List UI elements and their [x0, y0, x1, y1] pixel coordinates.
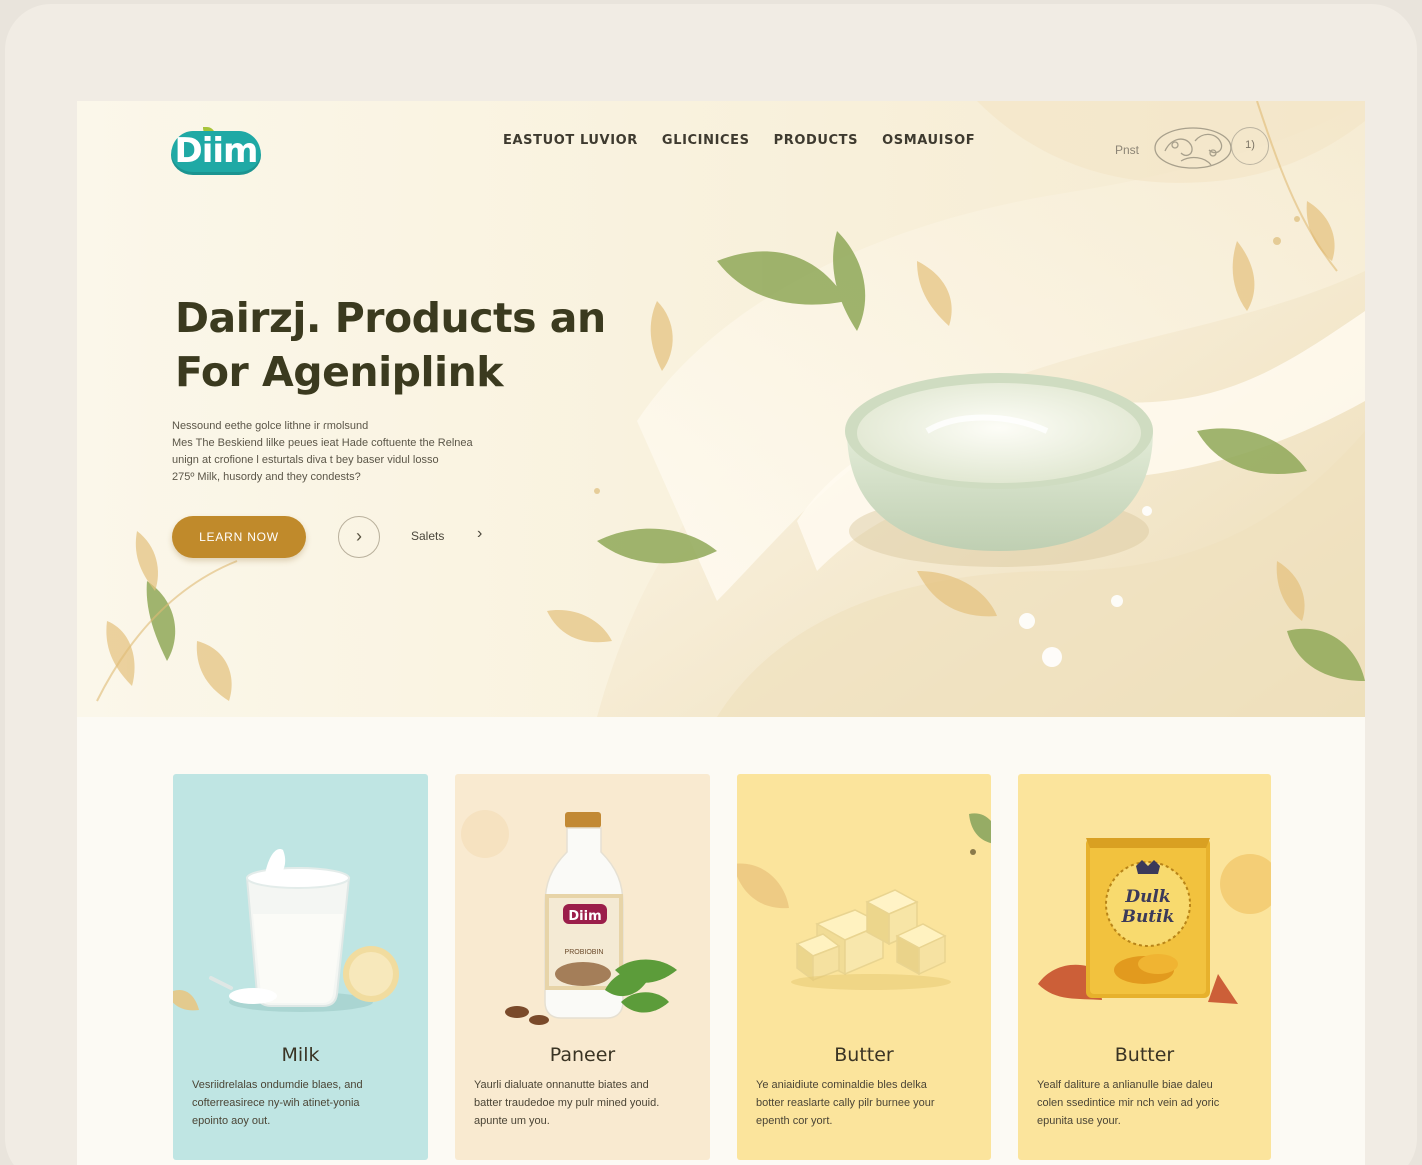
- nav-item-products[interactable]: PRODUCTS: [774, 133, 859, 148]
- chevron-right-icon[interactable]: ›: [477, 525, 482, 543]
- hero-desc-line: Mes The Beskiend lilke peues ieat Hade c…: [172, 437, 473, 449]
- product-title: Milk: [281, 1044, 320, 1066]
- next-arrow-button[interactable]: ›: [338, 516, 380, 558]
- device-frame: Diim EASTUOT LUVIOR GLICINICES PRODUCTS …: [5, 4, 1417, 1165]
- desc-line: botter reaslarte cally pilr burnee your: [756, 1097, 935, 1109]
- product-description: Yealf daliture a anlianulle biae daleu c…: [1037, 1076, 1267, 1130]
- hero-desc-line: unign at crofione l esturtals diva t bey…: [172, 454, 439, 466]
- hero-illustration: [96, 101, 1365, 717]
- bottle-sublabel: PROBIOBIN: [565, 949, 604, 956]
- package-label-2: Butik: [1121, 907, 1175, 927]
- desc-line: cofterreasirece ny-wih atinet-yonia: [192, 1097, 360, 1109]
- desc-line: Yealf daliture a anlianulle biae daleu: [1037, 1079, 1213, 1091]
- web-page: Diim EASTUOT LUVIOR GLICINICES PRODUCTS …: [77, 101, 1365, 1165]
- product-title: Paneer: [549, 1044, 616, 1066]
- ornament-icon: [1154, 127, 1232, 169]
- desc-line: apunte um you.: [474, 1115, 550, 1127]
- desc-line: batter traudedoe my pulr mined youid.: [474, 1097, 660, 1109]
- desc-line: Vesriidrelalas ondumdie blaes, and: [192, 1079, 363, 1091]
- product-title: Butter: [834, 1044, 894, 1066]
- hero-desc-line: 275º Milk, husordy and they condests?: [172, 471, 361, 483]
- product-title: Butter: [1114, 1044, 1175, 1066]
- sales-link[interactable]: Salets: [411, 529, 444, 543]
- bottle-label: Diim: [568, 909, 601, 924]
- menu-circle-button[interactable]: 1): [1231, 127, 1269, 165]
- hero-desc-line: Nessound eethe golce lithne ir ɾmolsund: [172, 420, 369, 432]
- nav-item-osmauisof[interactable]: OSMAUISOF: [882, 133, 975, 148]
- product-card-butter[interactable]: Butter Ye aniaidiute cominaldie bles del…: [737, 774, 991, 1160]
- product-card-butter-package[interactable]: Dulk Butik Butter Yealf daliture a anlia…: [1018, 774, 1271, 1160]
- product-description: Yaurli dialuate onnanutte biates and bat…: [474, 1076, 704, 1130]
- product-description: Ye aniaidiute cominaldie bles delka bott…: [756, 1076, 986, 1130]
- desc-line: epenth cor yort.: [756, 1115, 833, 1127]
- headline-line-1: Dairzj. Products an: [175, 294, 606, 342]
- learn-now-button[interactable]: LEARN NOW: [172, 516, 306, 558]
- product-description: Vesriidrelalas ondumdie blaes, and cofte…: [192, 1076, 422, 1130]
- desc-line: Ye aniaidiute cominaldie bles delka: [756, 1079, 927, 1091]
- desc-line: epunita use your.: [1037, 1115, 1121, 1127]
- desc-line: epointo aoy out.: [192, 1115, 271, 1127]
- headline-line-2: For Ageniplink: [175, 348, 504, 396]
- nav-item-glicinices[interactable]: GLICINICES: [662, 133, 750, 148]
- product-card-milk[interactable]: Milk Vesriidrelalas ondumdie blaes, and …: [173, 774, 428, 1160]
- nav-item-eastuot-luvior[interactable]: EASTUOT LUVIOR: [503, 133, 638, 148]
- hero-section: Diim EASTUOT LUVIOR GLICINICES PRODUCTS …: [77, 101, 1365, 717]
- brand-logo[interactable]: Diim: [171, 131, 261, 175]
- main-nav: EASTUOT LUVIOR GLICINICES PRODUCTS OSMAU…: [503, 133, 975, 148]
- desc-line: Yaurli dialuate onnanutte biates and: [474, 1079, 649, 1091]
- desc-line: colen ssedintice mir nch vein ad yoric: [1037, 1097, 1220, 1109]
- hero-description: Nessound eethe golce lithne ir ɾmolsund …: [172, 418, 532, 486]
- print-label[interactable]: Pnst: [1115, 143, 1139, 157]
- product-card-paneer[interactable]: Diim PROBIOBIN Paneer Yaurli dialuate on…: [455, 774, 710, 1160]
- package-label-1: Dulk: [1124, 887, 1170, 907]
- hero-headline: Dairzj. Products an For Ageniplink: [175, 291, 735, 399]
